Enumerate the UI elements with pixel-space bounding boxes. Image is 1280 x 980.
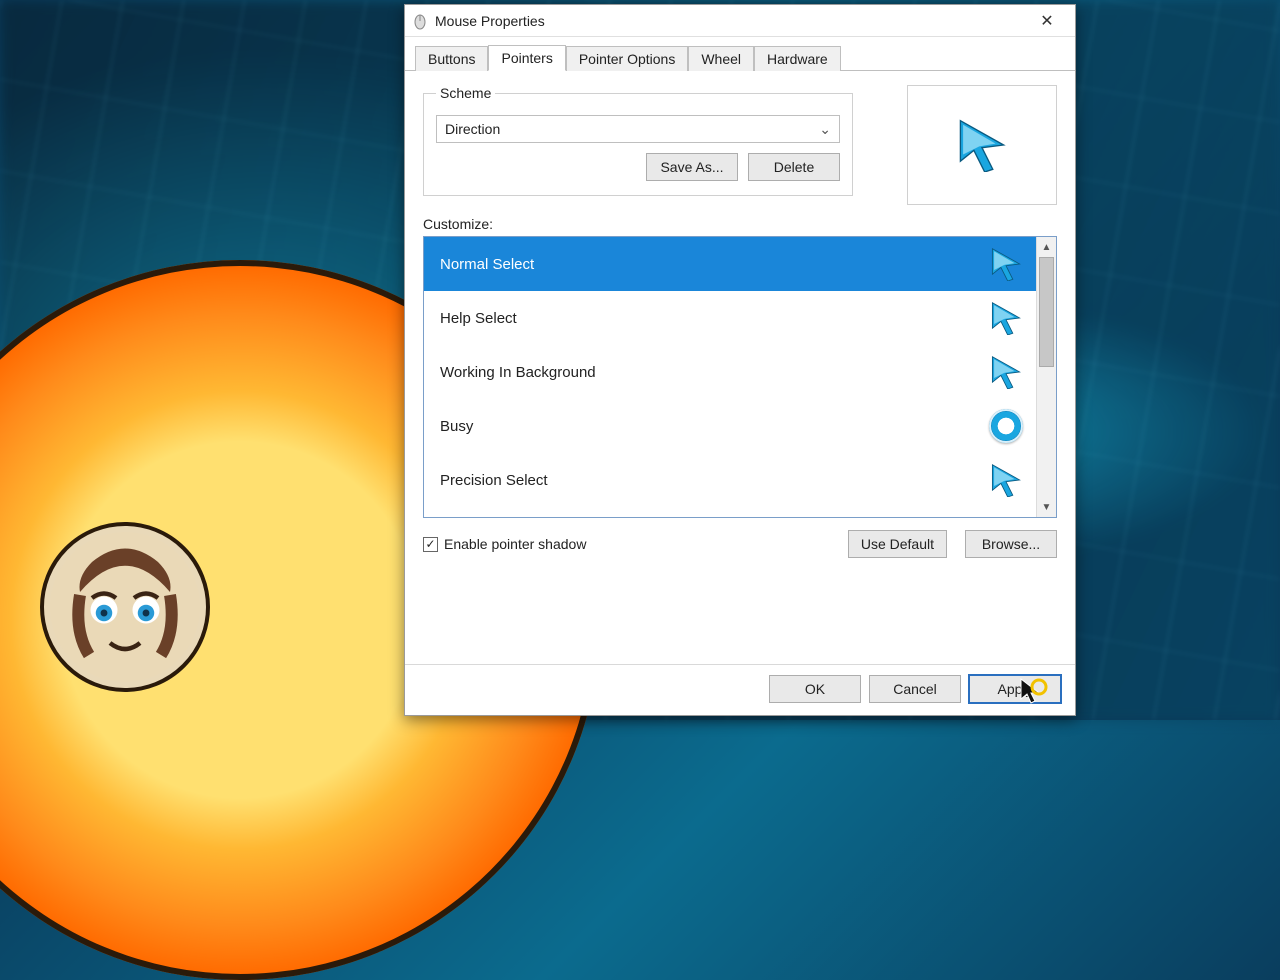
list-item[interactable]: Busy (424, 399, 1036, 453)
checkbox-label: Enable pointer shadow (444, 536, 586, 552)
scroll-down-icon[interactable]: ▼ (1037, 497, 1056, 517)
delete-button[interactable]: Delete (748, 153, 840, 181)
cursor-listbox: Normal Select Help Select Working In Bac… (423, 236, 1057, 518)
checkbox-icon: ✓ (423, 537, 438, 552)
scheme-group: Scheme Direction ⌄ Save As... Delete (423, 85, 853, 196)
tab-wheel[interactable]: Wheel (688, 46, 754, 71)
cursor-name: Working In Background (440, 364, 596, 381)
cursor-name: Help Select (440, 310, 517, 327)
titlebar[interactable]: Mouse Properties ✕ (405, 5, 1075, 37)
tab-hardware[interactable]: Hardware (754, 46, 841, 71)
use-default-button[interactable]: Use Default (848, 530, 947, 558)
scheme-combobox[interactable]: Direction ⌄ (436, 115, 840, 143)
scroll-track[interactable] (1037, 257, 1056, 497)
dialog-footer: OK Cancel Apply (405, 664, 1075, 715)
mouse-icon (411, 12, 429, 30)
close-button[interactable]: ✕ (1025, 7, 1069, 35)
tab-pointers[interactable]: Pointers (488, 45, 565, 71)
arrow-cursor-icon (988, 462, 1024, 498)
list-item[interactable]: Precision Select (424, 453, 1036, 507)
chevron-down-icon: ⌄ (819, 121, 831, 138)
close-icon: ✕ (1040, 11, 1053, 31)
list-item[interactable]: Help Select (424, 291, 1036, 345)
scheme-legend: Scheme (436, 85, 495, 101)
tab-pointer-options[interactable]: Pointer Options (566, 46, 689, 71)
arrow-cursor-icon (988, 354, 1024, 390)
arrow-cursor-icon (988, 246, 1024, 282)
scroll-up-icon[interactable]: ▲ (1037, 237, 1056, 257)
save-as-button[interactable]: Save As... (646, 153, 738, 181)
tab-buttons[interactable]: Buttons (415, 46, 488, 71)
cursor-name: Normal Select (440, 256, 534, 273)
arrow-cursor-icon (955, 118, 1009, 172)
busy-cursor-icon (988, 408, 1024, 444)
cursor-name: Busy (440, 418, 473, 435)
tabstrip: Buttons Pointers Pointer Options Wheel H… (405, 37, 1075, 71)
scrollbar[interactable]: ▲ ▼ (1036, 237, 1056, 517)
cancel-button[interactable]: Cancel (869, 675, 961, 703)
browse-button[interactable]: Browse... (965, 530, 1057, 558)
avatar (40, 522, 210, 692)
cursor-name: Precision Select (440, 472, 548, 489)
ok-button[interactable]: OK (769, 675, 861, 703)
window-title: Mouse Properties (435, 13, 545, 29)
cursor-preview (907, 85, 1057, 205)
arrow-cursor-icon (988, 300, 1024, 336)
apply-button[interactable]: Apply (969, 675, 1061, 703)
list-item[interactable]: Working In Background (424, 345, 1036, 399)
mouse-properties-dialog: Mouse Properties ✕ Buttons Pointers Poin… (404, 4, 1076, 716)
customize-label: Customize: (423, 216, 1057, 232)
scroll-thumb[interactable] (1039, 257, 1054, 367)
scheme-selected: Direction (445, 121, 500, 137)
enable-shadow-checkbox[interactable]: ✓ Enable pointer shadow (423, 536, 586, 552)
list-item[interactable]: Normal Select (424, 237, 1036, 291)
